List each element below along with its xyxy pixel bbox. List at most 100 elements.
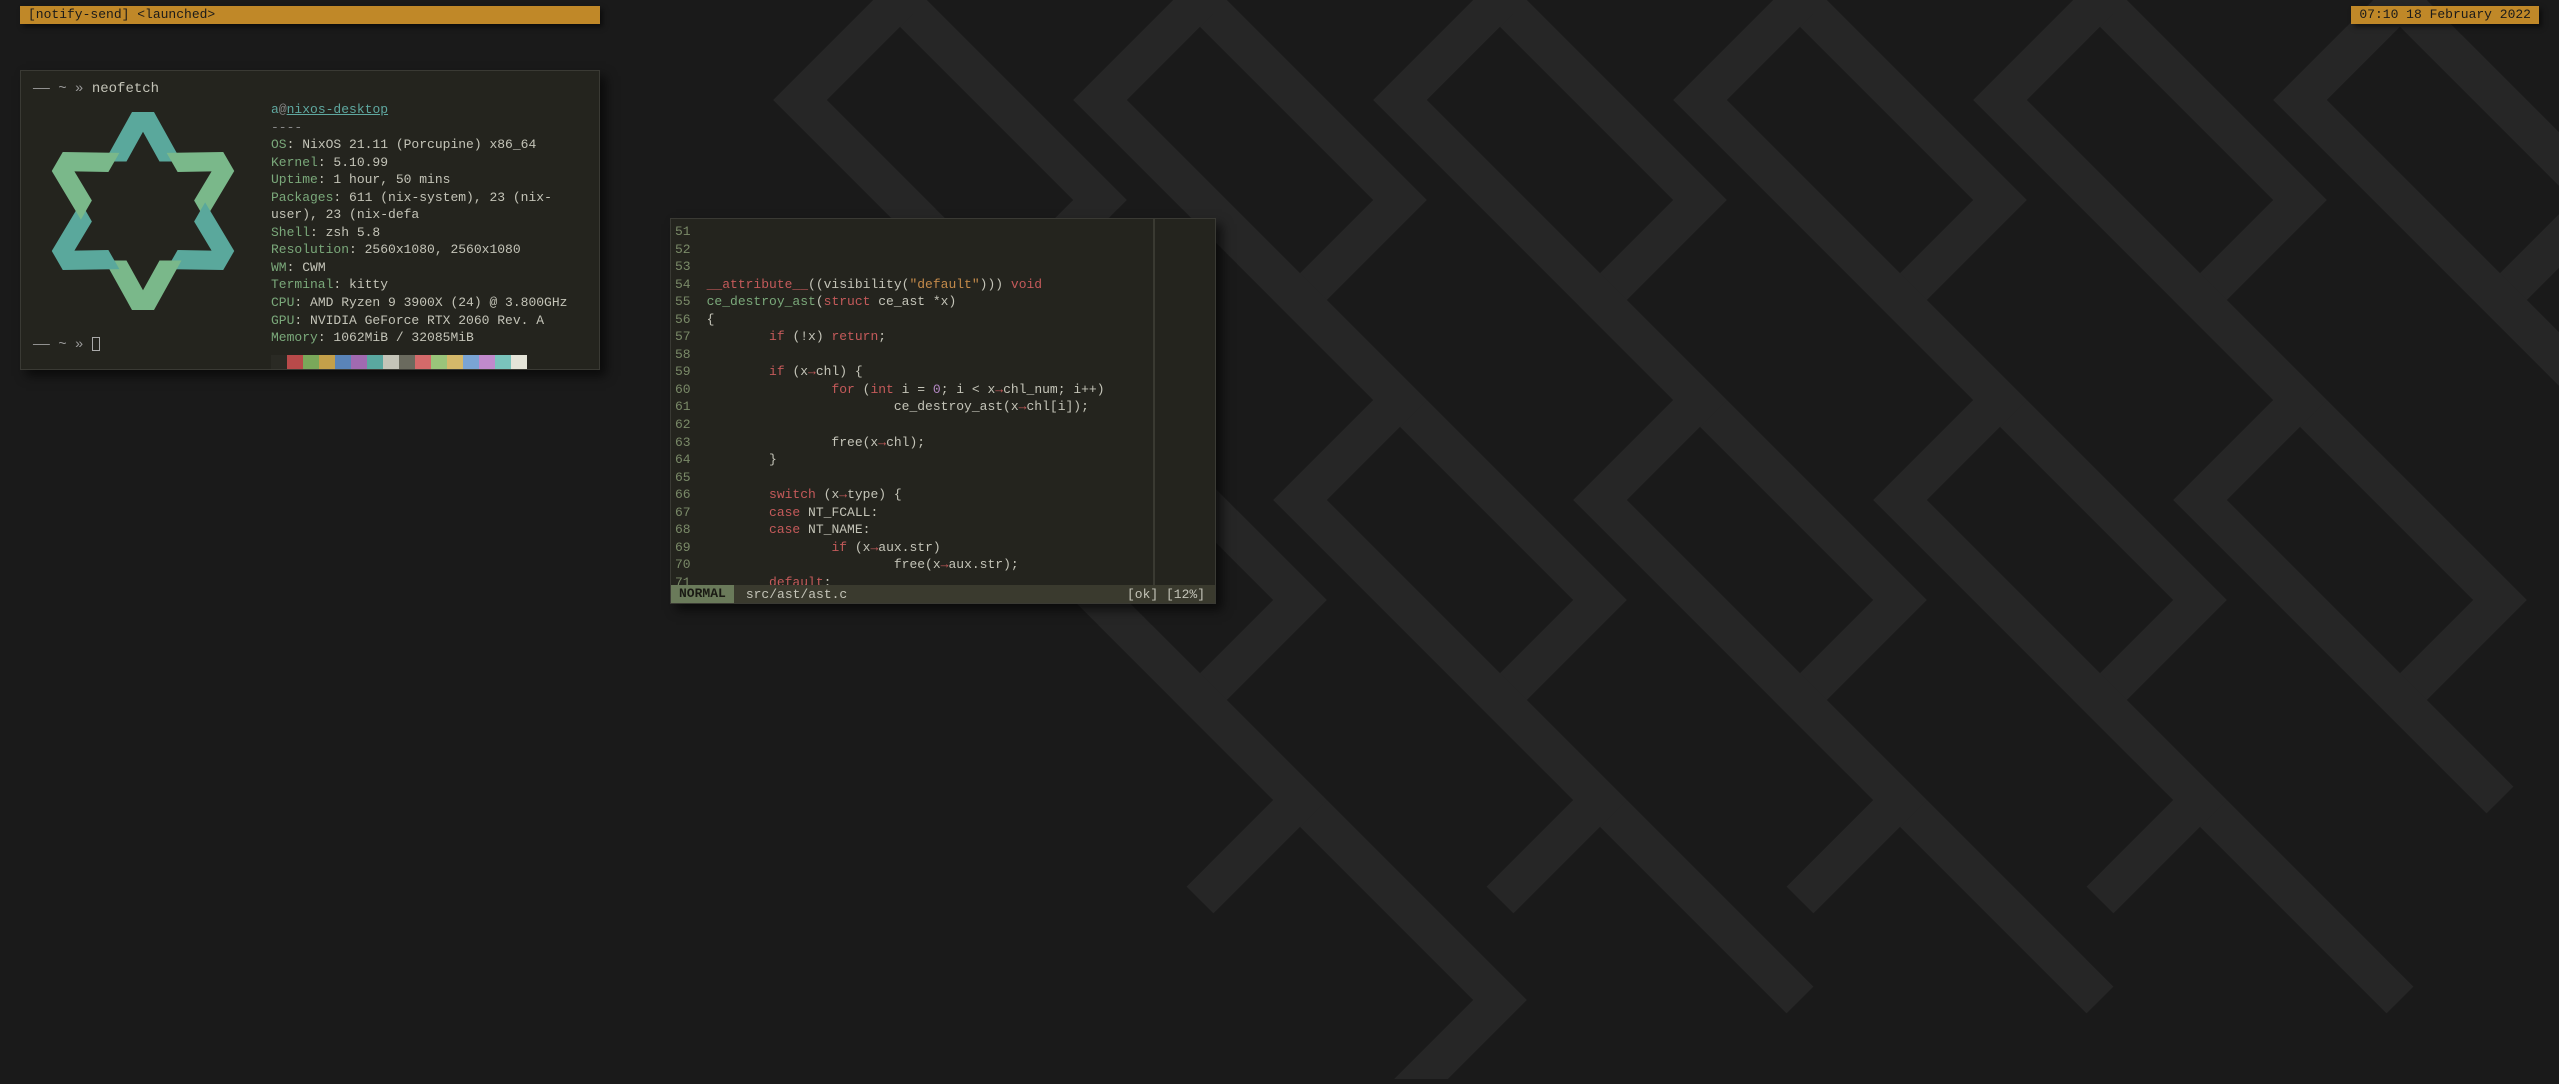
line-number: 62 [675, 416, 691, 434]
neofetch-field-value: NixOS 21.11 (Porcupine) x86_64 [302, 137, 536, 152]
color-swatch [335, 355, 351, 370]
neofetch-separator: ---- [271, 119, 587, 137]
neofetch-info: a@nixos-desktop ---- OS: NixOS 21.11 (Po… [271, 101, 587, 370]
color-swatch [399, 355, 415, 370]
color-swatch [287, 355, 303, 370]
neofetch-field-key: Shell [271, 225, 310, 240]
color-column [1153, 219, 1155, 585]
code-line [707, 346, 1207, 364]
line-number: 59 [675, 363, 691, 381]
status-bar: NORMAL src/ast/ast.c [ok] [12%] [671, 585, 1215, 603]
color-swatch [463, 355, 479, 370]
cursor-icon [92, 337, 100, 351]
line-number: 69 [675, 539, 691, 557]
editor-body[interactable]: 5152535455565758596061626364656667686970… [671, 219, 1215, 585]
prompt-line-idle[interactable]: —— ~ » [33, 337, 100, 353]
neofetch-field-value: NVIDIA GeForce RTX 2060 Rev. A [310, 313, 544, 328]
neofetch-field: Terminal: kitty [271, 276, 587, 294]
neofetch-field: Shell: zsh 5.8 [271, 224, 587, 242]
neofetch-output: a@nixos-desktop ---- OS: NixOS 21.11 (Po… [33, 101, 587, 370]
line-number: 71 [675, 574, 691, 585]
prompt-arrow: » [75, 337, 83, 353]
code-line: free(x→aux.str); [707, 556, 1207, 574]
code-line: { [707, 311, 1207, 329]
prompt-dash: —— [33, 337, 50, 353]
neofetch-field-value: 5.10.99 [333, 155, 388, 170]
color-swatch [447, 355, 463, 370]
neofetch-field: Uptime: 1 hour, 50 mins [271, 171, 587, 189]
neofetch-field-key: CPU [271, 295, 294, 310]
color-swatch [319, 355, 335, 370]
neofetch-field-key: GPU [271, 313, 294, 328]
color-swatch [351, 355, 367, 370]
neofetch-userhost: a@nixos-desktop [271, 101, 587, 119]
line-number: 52 [675, 241, 691, 259]
neofetch-field-key: Packages [271, 190, 333, 205]
line-number: 68 [675, 521, 691, 539]
status-file: src/ast/ast.c [734, 587, 1117, 602]
line-number: 66 [675, 486, 691, 504]
status-position: [ok] [12%] [1117, 587, 1215, 602]
nixos-logo-icon [33, 101, 253, 321]
neofetch-field: Resolution: 2560x1080, 2560x1080 [271, 241, 587, 259]
neofetch-at: @ [279, 102, 287, 117]
neofetch-field-key: Resolution [271, 242, 349, 257]
neofetch-field: WM: CWM [271, 259, 587, 277]
prompt-dash: —— [33, 81, 50, 97]
neofetch-field: Memory: 1062MiB / 32085MiB [271, 329, 587, 347]
neofetch-field: Kernel: 5.10.99 [271, 154, 587, 172]
neofetch-field-value: kitty [349, 277, 388, 292]
notification-bar: [notify-send] <launched> [20, 6, 600, 24]
code-line: if (!x) return; [707, 328, 1207, 346]
neofetch-field-key: Memory [271, 330, 318, 345]
line-number: 61 [675, 398, 691, 416]
code-line: default: [707, 574, 1207, 585]
neofetch-host: nixos-desktop [287, 102, 388, 117]
code-line: switch (x→type) { [707, 486, 1207, 504]
neofetch-field: GPU: NVIDIA GeForce RTX 2060 Rev. A [271, 312, 587, 330]
neofetch-field-value: 1062MiB / 32085MiB [333, 330, 473, 345]
neofetch-field: Packages: 611 (nix-system), 23 (nix-user… [271, 189, 587, 224]
code-line: case NT_NAME: [707, 521, 1207, 539]
clock-bar: 07:10 18 February 2022 [2351, 6, 2539, 24]
editor-window[interactable]: 5152535455565758596061626364656667686970… [670, 218, 1216, 604]
code-line: ce_destroy_ast(x→chl[i]); [707, 398, 1207, 416]
line-number: 56 [675, 311, 691, 329]
neofetch-field-value: zsh 5.8 [326, 225, 381, 240]
code-line: ce_destroy_ast(struct ce_ast *x) [707, 293, 1207, 311]
code-line [707, 416, 1207, 434]
terminal-window[interactable]: —— ~ » neofetch a@nixos-desktop ---- [20, 70, 600, 370]
code-line: case NT_FCALL: [707, 504, 1207, 522]
color-swatch [415, 355, 431, 370]
neofetch-field-value: CWM [302, 260, 325, 275]
code-line: if (x→chl) { [707, 363, 1207, 381]
prompt-command: neofetch [92, 81, 159, 97]
code-line: __attribute__((visibility("default"))) v… [707, 276, 1207, 294]
code-line: } [707, 451, 1207, 469]
color-swatch [431, 355, 447, 370]
line-number: 54 [675, 276, 691, 294]
line-number: 58 [675, 346, 691, 364]
color-palette [271, 355, 587, 370]
neofetch-field-key: Kernel [271, 155, 318, 170]
code-line: if (x→aux.str) [707, 539, 1207, 557]
neofetch-field-value: AMD Ryzen 9 3900X (24) @ 3.800GHz [310, 295, 567, 310]
neofetch-field-value: 1 hour, 50 mins [333, 172, 450, 187]
code-line: free(x→chl); [707, 434, 1207, 452]
line-number: 65 [675, 469, 691, 487]
code-area[interactable]: __attribute__((visibility("default"))) v… [699, 219, 1215, 585]
line-number: 57 [675, 328, 691, 346]
line-number: 63 [675, 434, 691, 452]
notification-text: [notify-send] <launched> [28, 7, 215, 22]
line-number: 64 [675, 451, 691, 469]
line-number: 67 [675, 504, 691, 522]
color-swatch [303, 355, 319, 370]
color-swatch [271, 355, 287, 370]
line-number: 55 [675, 293, 691, 311]
color-swatch [383, 355, 399, 370]
color-swatch [367, 355, 383, 370]
line-number: 51 [675, 223, 691, 241]
line-number: 60 [675, 381, 691, 399]
code-line [707, 469, 1207, 487]
neofetch-field-value: 2560x1080, 2560x1080 [365, 242, 521, 257]
